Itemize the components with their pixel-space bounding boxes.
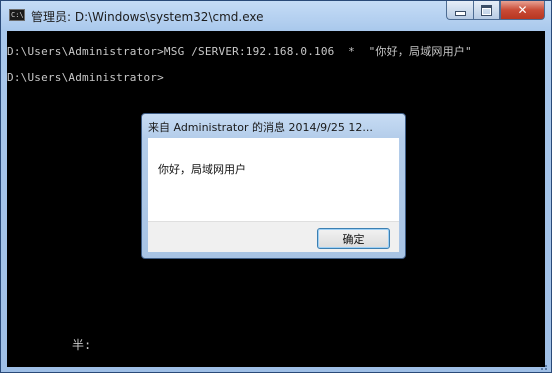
title-bar[interactable]: C:\ 管理员: D:\Windows\system32\cmd.exe ✕ <box>1 1 551 31</box>
maximize-button[interactable] <box>473 1 500 20</box>
console-line-prompt: D:\Users\Administrator> <box>7 71 164 84</box>
message-dialog: 来自 Administrator 的消息 2014/9/25 12... 你好，… <box>141 113 406 259</box>
message-dialog-title[interactable]: 来自 Administrator 的消息 2014/9/25 12... <box>148 119 398 135</box>
caption-buttons: ✕ <box>446 1 545 21</box>
minimize-button[interactable] <box>446 1 473 20</box>
maximize-icon <box>481 4 492 16</box>
ok-button[interactable]: 确定 <box>317 228 390 249</box>
close-button[interactable]: ✕ <box>500 1 545 20</box>
message-text: 你好，局域网用户 <box>158 163 246 176</box>
message-dialog-body: 你好，局域网用户 <box>148 138 399 221</box>
close-icon: ✕ <box>517 3 528 17</box>
resize-grip-icon[interactable] <box>537 365 549 371</box>
console-line-command: D:\Users\Administrator>MSG /SERVER:192.1… <box>7 45 472 58</box>
console-stray-text: 半: <box>72 338 92 352</box>
message-dialog-footer: 确定 <box>148 221 399 252</box>
minimize-icon <box>454 10 466 16</box>
cmd-app-icon-text: C:\ <box>11 11 24 19</box>
window-title: 管理员: D:\Windows\system32\cmd.exe <box>31 10 264 24</box>
cmd-app-icon[interactable]: C:\ <box>9 9 25 21</box>
